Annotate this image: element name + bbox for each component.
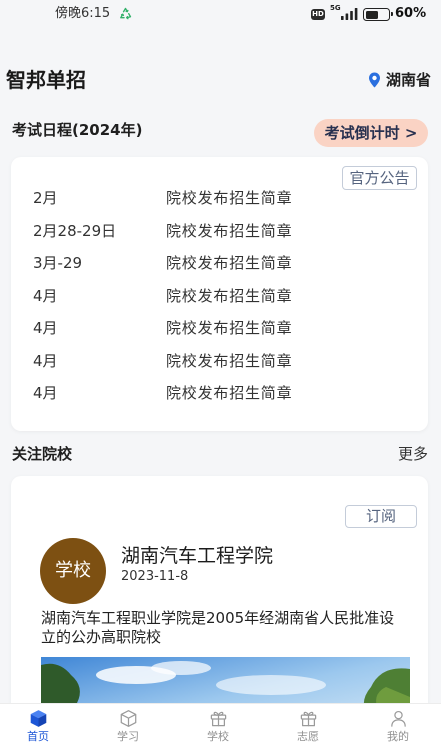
schedule-date: 4月 (33, 384, 58, 402)
exam-countdown-button[interactable]: 考试倒计时 > (314, 119, 428, 147)
profile-person-icon (389, 709, 408, 728)
study-box-icon (119, 709, 138, 728)
nav-item-study[interactable]: 学习 (98, 704, 158, 743)
schedule-event: 院校发布招生简章 (166, 319, 293, 337)
battery-level-fill (365, 10, 379, 19)
status-time: 傍晚6:15 (55, 6, 111, 21)
nav-item-volunteer[interactable]: 志愿 (278, 704, 338, 743)
nav-label: 首页 (27, 730, 49, 743)
school-gift-icon (209, 709, 228, 728)
home-cube-icon (29, 709, 48, 728)
battery-percent: 60% (395, 6, 427, 21)
signal-strength-icon (341, 8, 358, 20)
nav-item-school[interactable]: 学校 (188, 704, 248, 743)
schedule-date: 3月-29 (33, 254, 83, 272)
schedule-event: 院校发布招生简章 (166, 351, 293, 370)
schedule-row: 4月 院校发布招生简章 (11, 377, 428, 410)
app-title: 智邦单招 (6, 68, 86, 92)
status-bar: 傍晚6:15 HD 5G 60% (0, 0, 441, 28)
volunteer-gift-icon (299, 709, 318, 728)
nav-label: 学习 (117, 730, 139, 743)
schedule-date: 2月 (33, 189, 58, 207)
more-link[interactable]: 更多 (398, 445, 428, 463)
schedule-event: 院校发布招生简章 (166, 221, 293, 240)
schedule-date: 2月28-29日 (33, 221, 117, 240)
schedule-date: 4月 (33, 286, 58, 305)
network-type-label: 5G (330, 4, 341, 12)
bottom-nav: 首页 学习 学校 志愿 我的 (0, 703, 441, 743)
subscribe-button[interactable]: 订阅 (345, 505, 417, 528)
nav-label: 学校 (207, 730, 229, 743)
schedule-row: 2月 院校发布招生简章 (11, 182, 428, 215)
schedule-event: 院校发布招生简章 (166, 189, 293, 207)
location-label: 湖南省 (386, 71, 432, 89)
schedule-row: 3月-29 院校发布招生简章 (11, 247, 428, 280)
schedule-card: 官方公告 2月 院校发布招生简章 2月28-29日 院校发布招生简章 3月-29… (11, 157, 428, 431)
schedule-event: 院校发布招生简章 (166, 384, 293, 402)
schedule-row: 4月 院校发布招生简章 (11, 345, 428, 378)
nav-item-profile[interactable]: 我的 (368, 704, 428, 743)
recycle-icon (119, 7, 132, 20)
school-avatar: 学校 (40, 538, 106, 604)
hd-badge-icon: HD (311, 9, 325, 20)
schedule-row: 2月28-29日 院校发布招生简章 (11, 215, 428, 248)
battery-icon (363, 8, 393, 21)
schedule-date: 4月 (33, 319, 58, 337)
schedule-list: 2月 院校发布招生简章 2月28-29日 院校发布招生简章 3月-29 院校发布… (11, 182, 428, 410)
school-post-date: 2023-11-8 (121, 569, 189, 584)
nav-item-home[interactable]: 首页 (8, 704, 68, 743)
schedule-row: 4月 院校发布招生简章 (11, 312, 428, 345)
nav-label: 我的 (387, 730, 409, 743)
schedule-date: 4月 (33, 351, 58, 370)
schedule-event: 院校发布招生简章 (166, 254, 293, 272)
schedule-section-title: 考试日程(2024年) (12, 121, 143, 139)
location-pin-icon (368, 72, 381, 88)
followed-schools-title: 关注院校 (12, 445, 73, 463)
nav-label: 志愿 (297, 730, 319, 743)
school-name: 湖南汽车工程学院 (121, 545, 274, 567)
schedule-event: 院校发布招生简章 (166, 286, 293, 305)
school-description: 湖南汽车工程职业学院是2005年经湖南省人民批准设立的公办高职院校 (41, 609, 395, 646)
schedule-row: 4月 院校发布招生简章 (11, 280, 428, 313)
location-selector[interactable]: 湖南省 (368, 70, 431, 90)
